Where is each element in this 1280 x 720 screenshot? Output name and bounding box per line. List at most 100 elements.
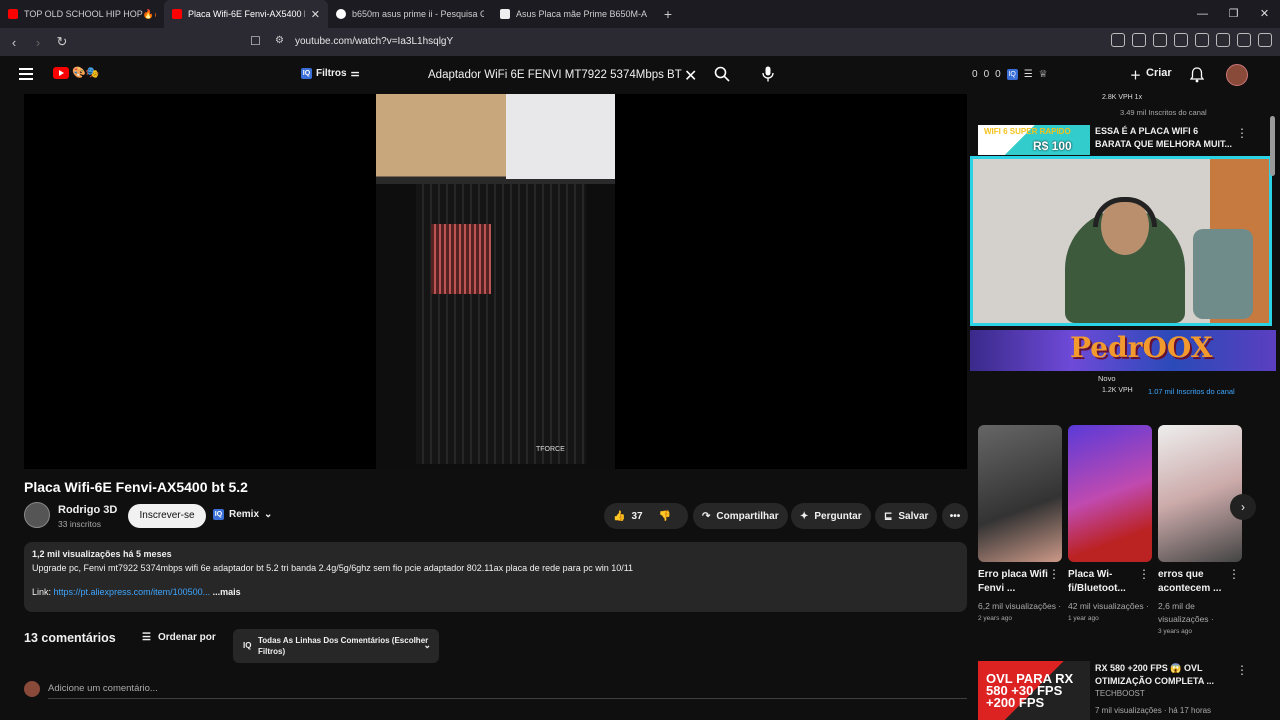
share-button[interactable]: ↷ Compartilhar (693, 503, 788, 529)
clear-search-icon[interactable]: ✕ (684, 66, 697, 86)
stat-1: 0 (983, 69, 990, 80)
new-badge: Novo (1098, 374, 1116, 383)
url-text[interactable]: youtube.com/watch?v=Ia3L1hsqlgY (295, 36, 453, 47)
video-thumbnail[interactable]: WIFI 6 SUPER RAPIDO R$ 100 (978, 125, 1090, 155)
like-dislike-group: 👍 37 👎 (604, 503, 688, 529)
more-vertical-icon[interactable]: ⋮ (1048, 567, 1060, 581)
sort-comments-button[interactable]: ☰ Ordenar por (142, 632, 216, 643)
youtube-logo-icon[interactable] (53, 67, 69, 79)
like-icon[interactable]: 👍 (613, 511, 625, 522)
short-item[interactable]: Erro placa Wifi Fenvi ... 6,2 mil visual… (978, 425, 1062, 635)
video-frame: TFORCE (376, 94, 615, 469)
wallet-icon[interactable] (1195, 33, 1209, 47)
sliders-icon: ⚌ (350, 68, 360, 79)
list-icon[interactable]: ☰ (1024, 69, 1033, 80)
dislike-icon[interactable]: 👎 (659, 511, 671, 522)
create-button[interactable]: ＋ Criar (1130, 67, 1172, 83)
short-age: 2 years ago (978, 615, 1012, 622)
screenshot-icon[interactable] (1132, 33, 1146, 47)
chevron-down-icon: ⌄ (423, 640, 431, 650)
more-actions-button[interactable]: ••• (942, 503, 968, 529)
headphones-icon (1093, 197, 1157, 227)
back-icon[interactable]: ‹ (4, 35, 24, 50)
browser-tab-strip: TOP OLD SCHOOL HIP HOP🔥🔥 Ice Placa Wifi-… (0, 0, 1280, 28)
short-title[interactable]: erros que acontecem ... (1158, 568, 1228, 596)
notifications-bell-icon[interactable] (1190, 67, 1204, 83)
webcam-chair (1193, 229, 1253, 319)
like-count[interactable]: 37 (631, 511, 642, 522)
more-vertical-icon[interactable]: ⋮ (1228, 567, 1240, 581)
tab-amazon[interactable]: Asus Placa mãe Prime B650M-A WiFi (492, 0, 656, 28)
remix-button[interactable]: IQ Remix ⌄ (213, 509, 272, 520)
microphone-icon[interactable] (762, 66, 774, 82)
channel-subs-stat: 3.49 mil Inscritos do canal (1120, 108, 1207, 117)
save-button[interactable]: ⊑ Salvar (875, 503, 938, 529)
extension-icon[interactable] (1111, 33, 1125, 47)
sidebar-icon[interactable] (1174, 33, 1188, 47)
menu-hamburger-icon[interactable] (19, 68, 33, 83)
description-link-row: Link: https://pt.aliexpress.com/item/100… (32, 587, 959, 597)
aliexpress-link[interactable]: https://pt.aliexpress.com/item/100500... (54, 587, 211, 597)
leo-icon[interactable] (1216, 33, 1230, 47)
maximize-icon[interactable]: ❐ (1218, 0, 1249, 28)
comment-filter-dropdown[interactable]: IQ Todas As Linhas Dos Comentários (Esco… (233, 629, 439, 663)
channel-subs-stat: 1.07 mil Inscritos do canal (1148, 387, 1235, 396)
page-scrollbar[interactable] (1270, 116, 1275, 176)
subscribe-button[interactable]: Inscrever-se (128, 504, 206, 528)
video-channel[interactable]: TECHBOOST (1095, 689, 1145, 698)
short-thumbnail[interactable] (1158, 425, 1242, 562)
menu-icon[interactable] (1258, 33, 1272, 47)
search-icon[interactable] (714, 66, 730, 82)
youtube-doodle[interactable]: 🎨🎭 (72, 66, 99, 79)
music-icon[interactable] (1153, 33, 1167, 47)
search-input[interactable]: Adaptador WiFi 6E FENVI MT7922 5374Mbps … (418, 61, 708, 89)
reload-icon[interactable]: ↻ (52, 34, 72, 50)
shorts-next-button[interactable]: › (1230, 494, 1256, 520)
short-thumbnail[interactable] (1068, 425, 1152, 562)
description-meta: 1,2 mil visualizações há 5 meses (32, 549, 172, 559)
trophy-icon[interactable]: ♕ (1039, 69, 1048, 80)
tab-google-search[interactable]: b650m asus prime ii - Pesquisa Goog (328, 0, 492, 28)
more-vertical-icon[interactable]: ⋮ (1236, 663, 1248, 677)
short-title[interactable]: Erro placa Wifi Fenvi ... (978, 568, 1048, 596)
divider (48, 698, 967, 699)
short-item[interactable]: Placa Wi-fi/Bluetoot... 42 mil visualiza… (1068, 425, 1152, 635)
channel-name[interactable]: Rodrigo 3D (58, 504, 117, 516)
minimize-icon[interactable]: — (1187, 0, 1218, 28)
new-tab-button[interactable]: + (656, 6, 680, 22)
short-title[interactable]: Placa Wi-fi/Bluetoot... (1068, 568, 1138, 596)
iq-icon[interactable]: IQ (1006, 69, 1018, 80)
more-vertical-icon[interactable]: ⋮ (1236, 126, 1248, 140)
youtube-favicon-icon (8, 9, 18, 19)
video-thumbnail[interactable]: OVL PARA RX 580 +30 FPS +200 FPS (978, 661, 1090, 720)
forward-icon[interactable]: › (28, 35, 48, 50)
window-close-icon[interactable]: ✕ (1249, 0, 1280, 28)
show-more-link[interactable]: ...mais (213, 587, 241, 597)
bookmark-icon[interactable]: ☐ (250, 34, 261, 48)
video-title[interactable]: RX 580 +200 FPS 😱 OVL OTIMIZAÇÃO COMPLET… (1095, 662, 1235, 688)
tab-placa-wifi[interactable]: Placa Wifi-6E Fenvi-AX5400 bt 5.✕ (164, 0, 328, 28)
video-title[interactable]: ESSA É A PLACA WIFI 6 BARATA QUE MELHORA… (1095, 125, 1235, 151)
short-age: 1 year ago (1068, 615, 1099, 622)
close-tab-icon[interactable]: ✕ (311, 8, 320, 21)
vpn-icon[interactable] (1237, 33, 1251, 47)
filters-button[interactable]: IQ Filtros ⚌ (301, 68, 360, 79)
short-thumbnail[interactable] (978, 425, 1062, 562)
more-vertical-icon[interactable]: ⋮ (1138, 567, 1150, 581)
video-player[interactable]: TFORCE (24, 94, 967, 469)
more-horizontal-icon: ••• (949, 510, 961, 522)
youtube-header: 🎨🎭 IQ Filtros ⚌ Adaptador WiFi 6E FENVI MT… (0, 56, 1280, 94)
account-avatar[interactable] (1226, 64, 1248, 86)
add-comment-input[interactable]: Adicione um comentário... (48, 683, 158, 694)
video-meta: 7 mil visualizações · há 17 horas (1095, 706, 1212, 715)
bookmark-save-icon: ⊑ (884, 510, 893, 522)
short-item[interactable]: erros que acontecem ... 2,6 mil de visua… (1158, 425, 1242, 635)
site-info-icon[interactable]: ⚙ (275, 35, 284, 46)
ask-button[interactable]: ✦ Perguntar (791, 503, 871, 529)
description-box[interactable]: 1,2 mil visualizações há 5 meses Upgrade… (24, 542, 967, 612)
streamer-banner: PedrOOX (970, 330, 1276, 371)
tab-hiphop[interactable]: TOP OLD SCHOOL HIP HOP🔥🔥 Ice (0, 0, 164, 28)
channel-avatar[interactable] (24, 502, 50, 528)
short-views: 2,6 mil de visualizações · (1158, 601, 1214, 624)
avatar (24, 681, 40, 697)
